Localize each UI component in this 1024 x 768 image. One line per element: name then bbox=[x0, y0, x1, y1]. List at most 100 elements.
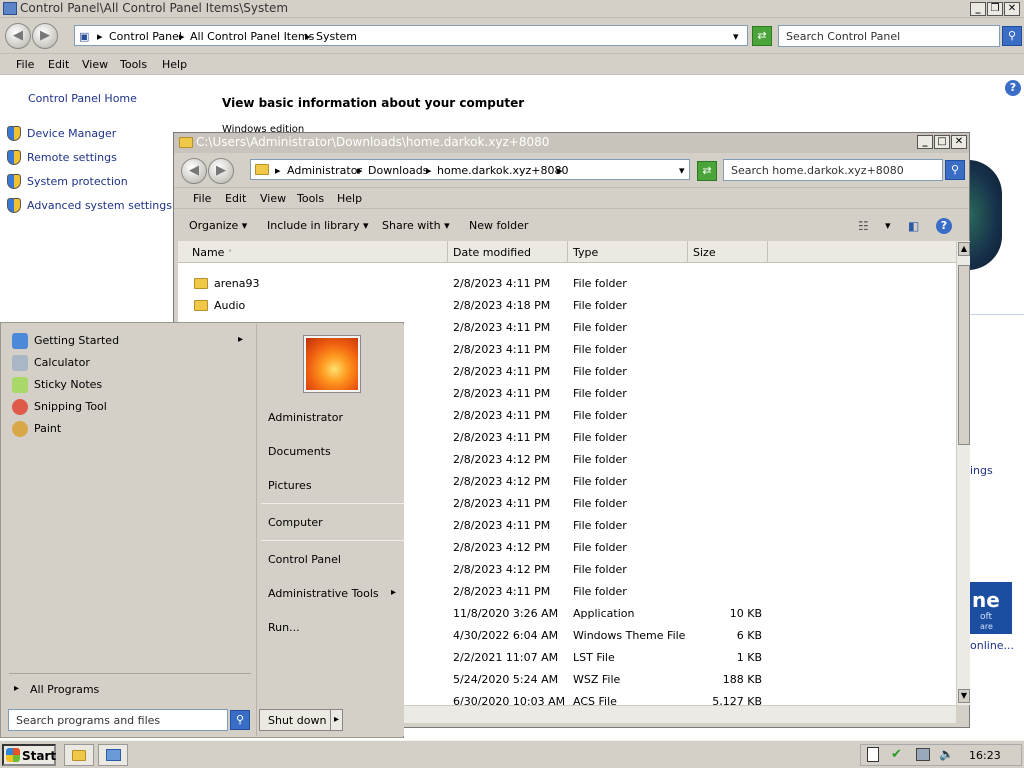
minimize-button[interactable]: _ bbox=[917, 135, 933, 149]
menu-file[interactable]: File bbox=[193, 192, 211, 205]
network-icon[interactable] bbox=[916, 748, 930, 761]
refresh-icon[interactable]: ⇄ bbox=[752, 26, 772, 46]
chevron-right-icon[interactable]: ▸ bbox=[357, 164, 363, 177]
breadcrumb-control-panel[interactable]: Control Panel bbox=[109, 30, 182, 43]
chevron-down-icon[interactable]: ▾ bbox=[679, 164, 685, 177]
remote-settings-link[interactable]: Remote settings bbox=[27, 151, 117, 164]
menu-view[interactable]: View bbox=[82, 58, 108, 71]
include-in-library-button[interactable]: Include in library ▾ bbox=[267, 219, 368, 232]
column-type[interactable]: Type bbox=[568, 241, 688, 263]
start-item-getting-started[interactable]: Getting Started bbox=[34, 334, 119, 347]
start-button[interactable]: Start bbox=[2, 744, 56, 766]
minimize-button[interactable]: _ bbox=[970, 2, 986, 16]
change-settings-link[interactable]: ings bbox=[970, 464, 993, 477]
breadcrumb-current-folder[interactable]: home.darkok.xyz+8080 bbox=[437, 164, 569, 177]
share-with-button[interactable]: Share with ▾ bbox=[382, 219, 450, 232]
view-options-icon[interactable]: ☷ bbox=[858, 219, 869, 233]
explorer-search-input[interactable]: Search home.darkok.xyz+8080 bbox=[723, 159, 943, 181]
file-type: File folder bbox=[573, 387, 627, 400]
taskbar-control-panel-button[interactable] bbox=[98, 744, 128, 766]
close-button[interactable]: ✕ bbox=[951, 135, 967, 149]
chevron-right-icon[interactable]: ▸ bbox=[391, 587, 396, 598]
start-link-administrator[interactable]: Administrator bbox=[268, 411, 343, 424]
clock[interactable]: 16:23 bbox=[969, 749, 1001, 762]
taskbar-explorer-button[interactable] bbox=[64, 744, 94, 766]
volume-icon[interactable]: 🔈 bbox=[939, 747, 954, 761]
start-link-computer[interactable]: Computer bbox=[268, 516, 323, 529]
menu-tools[interactable]: Tools bbox=[120, 58, 147, 71]
scroll-down-arrow-icon[interactable]: ▼ bbox=[958, 689, 970, 703]
chevron-right-icon[interactable]: ▸ bbox=[97, 30, 103, 43]
start-item-paint[interactable]: Paint bbox=[34, 422, 61, 435]
start-link-pictures[interactable]: Pictures bbox=[268, 479, 312, 492]
maximize-button[interactable]: □ bbox=[934, 135, 950, 149]
file-date-modified: 2/8/2023 4:18 PM bbox=[453, 299, 551, 312]
table-row[interactable]: arena93 2/8/2023 4:11 PM File folder bbox=[178, 273, 956, 295]
back-button[interactable]: ◀ bbox=[5, 23, 31, 49]
table-row[interactable]: Audio 2/8/2023 4:18 PM File folder bbox=[178, 295, 956, 317]
shutdown-button[interactable]: Shut down ▸ bbox=[259, 709, 343, 731]
new-folder-button[interactable]: New folder bbox=[469, 219, 528, 232]
menu-edit[interactable]: Edit bbox=[48, 58, 69, 71]
breadcrumb-all-items[interactable]: All Control Panel Items bbox=[190, 30, 314, 43]
chevron-right-icon[interactable]: ▸ bbox=[179, 30, 185, 43]
column-date-modified[interactable]: Date modified bbox=[448, 241, 568, 263]
control-panel-address-box[interactable]: ▣ ▸ Control Panel ▸ All Control Panel It… bbox=[74, 25, 748, 46]
search-icon[interactable]: ⚲ bbox=[1002, 26, 1022, 46]
device-manager-link[interactable]: Device Manager bbox=[27, 127, 116, 140]
start-search-input[interactable]: Search programs and files bbox=[8, 709, 228, 731]
advanced-system-settings-link[interactable]: Advanced system settings bbox=[27, 199, 172, 212]
start-link-control-panel[interactable]: Control Panel bbox=[268, 553, 341, 566]
start-item-sticky-notes[interactable]: Sticky Notes bbox=[34, 378, 102, 391]
menu-edit[interactable]: Edit bbox=[225, 192, 246, 205]
forward-button[interactable]: ▶ bbox=[32, 23, 58, 49]
control-panel-home-link[interactable]: Control Panel Home bbox=[28, 92, 137, 105]
restore-button[interactable]: ❐ bbox=[987, 2, 1003, 16]
search-icon[interactable]: ⚲ bbox=[230, 710, 250, 730]
all-programs-button[interactable]: All Programs bbox=[30, 683, 99, 696]
search-icon[interactable]: ⚲ bbox=[945, 160, 965, 180]
menu-file[interactable]: File bbox=[16, 58, 34, 71]
shutdown-options-arrow-icon[interactable]: ▸ bbox=[334, 714, 339, 725]
start-item-calculator[interactable]: Calculator bbox=[34, 356, 90, 369]
chevron-right-icon[interactable]: ▸ bbox=[557, 164, 563, 177]
control-panel-search-input[interactable]: Search Control Panel bbox=[778, 25, 1000, 47]
close-button[interactable]: ✕ bbox=[1004, 2, 1020, 16]
vertical-scrollbar[interactable]: ▲ ▼ bbox=[956, 241, 970, 705]
start-item-snipping-tool[interactable]: Snipping Tool bbox=[34, 400, 107, 413]
forward-button[interactable]: ▶ bbox=[208, 158, 234, 184]
start-link-documents[interactable]: Documents bbox=[268, 445, 331, 458]
security-icon[interactable]: ✔ bbox=[891, 747, 902, 762]
system-protection-link[interactable]: System protection bbox=[27, 175, 128, 188]
start-link-administrative-tools[interactable]: Administrative Tools bbox=[268, 587, 379, 600]
scrollbar-thumb[interactable] bbox=[958, 265, 970, 445]
chevron-right-icon[interactable]: ▸ bbox=[426, 164, 432, 177]
chevron-down-icon[interactable]: ▾ bbox=[885, 219, 891, 232]
menu-help[interactable]: Help bbox=[162, 58, 187, 71]
breadcrumb-system[interactable]: System bbox=[316, 30, 357, 43]
avatar[interactable] bbox=[304, 336, 360, 392]
breadcrumb-administrator[interactable]: Administrator bbox=[287, 164, 362, 177]
column-name[interactable]: Name ˄ bbox=[178, 241, 448, 263]
help-icon[interactable]: ? bbox=[936, 218, 952, 234]
start-link-run[interactable]: Run... bbox=[268, 621, 300, 634]
back-button[interactable]: ◀ bbox=[181, 158, 207, 184]
help-icon[interactable]: ? bbox=[1005, 80, 1021, 96]
learn-more-online-link[interactable]: online... bbox=[970, 639, 1014, 652]
menu-tools[interactable]: Tools bbox=[297, 192, 324, 205]
menu-view[interactable]: View bbox=[260, 192, 286, 205]
chevron-right-icon[interactable]: ▸ bbox=[238, 334, 243, 345]
refresh-icon[interactable]: ⇄ bbox=[697, 161, 717, 181]
action-center-icon[interactable] bbox=[867, 747, 879, 762]
organize-button[interactable]: Organize ▾ bbox=[189, 219, 247, 232]
chevron-right-icon[interactable]: ▸ bbox=[275, 164, 281, 177]
explorer-address-box[interactable]: ▸ Administrator ▸ Downloads ▸ home.darko… bbox=[250, 159, 690, 180]
breadcrumb-downloads[interactable]: Downloads bbox=[368, 164, 428, 177]
preview-pane-icon[interactable]: ◧ bbox=[908, 219, 919, 233]
menu-help[interactable]: Help bbox=[337, 192, 362, 205]
chevron-down-icon[interactable]: ▾ bbox=[733, 30, 739, 43]
chevron-right-icon[interactable]: ▸ bbox=[14, 683, 19, 694]
chevron-right-icon[interactable]: ▸ bbox=[305, 30, 311, 43]
scroll-up-arrow-icon[interactable]: ▲ bbox=[958, 242, 970, 256]
column-size[interactable]: Size bbox=[688, 241, 768, 263]
